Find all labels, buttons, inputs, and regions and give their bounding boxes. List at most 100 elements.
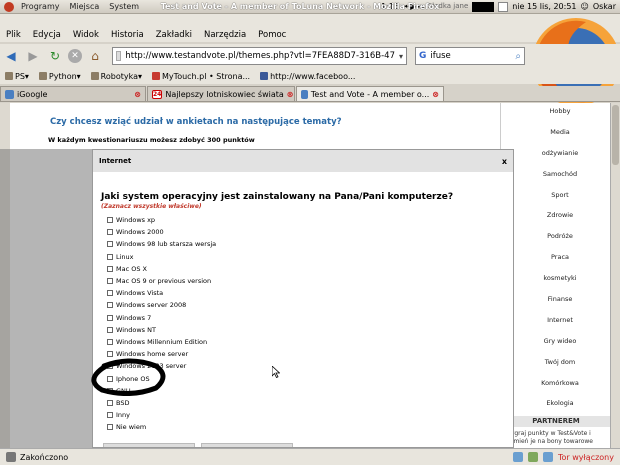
option-windows-98[interactable]: Windows 98 lub starsza wersja bbox=[107, 238, 216, 250]
category-komorkowa[interactable]: Komórkowa bbox=[501, 373, 611, 394]
bookmark-mytouch[interactable]: MyTouch.pl • Strona... bbox=[147, 72, 255, 81]
category-media[interactable]: Media bbox=[501, 122, 611, 143]
panel-clock[interactable]: nie 15 lis, 20:51 bbox=[512, 2, 576, 11]
tray-applet-icon[interactable] bbox=[472, 1, 495, 12]
scrollbar-thumb[interactable] bbox=[612, 105, 619, 165]
option-bsd[interactable]: BSD bbox=[107, 397, 216, 409]
search-input[interactable]: G ifuse ⌕ bbox=[415, 47, 525, 65]
search-icon[interactable]: ⌕ bbox=[515, 51, 521, 62]
modal-close-button[interactable]: x bbox=[502, 157, 507, 166]
stop-button[interactable]: ✕ bbox=[68, 49, 82, 63]
checkbox[interactable] bbox=[107, 326, 113, 333]
option-windows-xp[interactable]: Windows xp bbox=[107, 214, 216, 226]
menu-narzedzia[interactable]: Narzędzia bbox=[198, 30, 252, 40]
option-linux[interactable]: Linux bbox=[107, 251, 216, 263]
option-nie-wiem[interactable]: Nie wiem bbox=[107, 421, 216, 433]
menu-zakladki[interactable]: Zakładki bbox=[150, 30, 198, 40]
checkbox[interactable] bbox=[107, 253, 113, 260]
checkbox[interactable] bbox=[107, 399, 113, 406]
category-finanse[interactable]: Finanse bbox=[501, 289, 611, 310]
tray-applet-2-icon[interactable] bbox=[498, 1, 509, 12]
partner-title: PARTNEREM bbox=[501, 416, 611, 427]
modal-header: Internet x bbox=[93, 150, 513, 172]
category-zdrowie[interactable]: Zdrowie bbox=[501, 205, 611, 226]
search-engine-icon[interactable]: G bbox=[419, 51, 426, 61]
bookmark-folder-robotyka[interactable]: Robotyka▾ bbox=[86, 72, 147, 81]
folder-icon bbox=[38, 72, 47, 80]
menu-widok[interactable]: Widok bbox=[67, 30, 105, 40]
checkbox[interactable] bbox=[107, 265, 113, 272]
forward-button[interactable]: ▶ bbox=[24, 47, 42, 65]
tab-close-icon[interactable]: ⊗ bbox=[432, 90, 439, 99]
option-windows-home-server[interactable]: Windows home server bbox=[107, 348, 216, 360]
bookmark-folder-ps[interactable]: PS▾ bbox=[0, 72, 34, 81]
option-windows-server-2008[interactable]: Windows server 2008 bbox=[107, 299, 216, 311]
option-windows-2003-server[interactable]: Windows 2003 server bbox=[107, 360, 216, 372]
checkbox[interactable] bbox=[107, 241, 113, 248]
status-addon-3-icon[interactable] bbox=[542, 452, 553, 462]
checkbox[interactable] bbox=[107, 338, 113, 345]
url-dropdown-icon[interactable]: ▾ bbox=[395, 52, 403, 61]
panel-menu-programs[interactable]: Programy bbox=[16, 2, 65, 11]
option-iphone-os[interactable]: Iphone OS bbox=[107, 372, 216, 384]
panel-menu-system[interactable]: System bbox=[104, 2, 144, 11]
category-kosmetyki[interactable]: kosmetyki bbox=[501, 268, 611, 289]
checkbox[interactable] bbox=[107, 302, 113, 309]
status-addon-icon[interactable] bbox=[512, 452, 523, 462]
panel-user[interactable]: Oskar bbox=[593, 2, 616, 11]
url-input[interactable]: http://www.testandvote.pl/themes.php?vtl… bbox=[112, 47, 407, 65]
reload-button[interactable]: ↻ bbox=[46, 47, 64, 65]
category-samochod[interactable]: Samochód bbox=[501, 164, 611, 185]
category-ekologia[interactable]: Ekologia bbox=[501, 393, 611, 414]
option-inny[interactable]: Inny bbox=[107, 409, 216, 421]
bookmark-facebook[interactable]: http://www.faceboo... bbox=[255, 72, 360, 81]
checkbox[interactable] bbox=[107, 278, 113, 285]
category-gry-wideo[interactable]: Gry wideo bbox=[501, 331, 611, 352]
category-hobby[interactable]: Hobby bbox=[501, 103, 611, 122]
option-gnu[interactable]: GNU bbox=[107, 385, 216, 397]
menu-plik[interactable]: Plik bbox=[0, 30, 27, 40]
back-button[interactable]: ◀ bbox=[2, 47, 20, 65]
menu-edycja[interactable]: Edycja bbox=[27, 30, 67, 40]
menu-historia[interactable]: Historia bbox=[105, 30, 150, 40]
option-mac-os-x[interactable]: Mac OS X bbox=[107, 263, 216, 275]
option-windows-7[interactable]: Windows 7 bbox=[107, 312, 216, 324]
category-internet[interactable]: Internet bbox=[501, 310, 611, 331]
option-mac-os-9[interactable]: Mac OS 9 or previous version bbox=[107, 275, 216, 287]
checkbox[interactable] bbox=[107, 290, 113, 297]
tab-testandvote[interactable]: Test and Vote - A member o... ⊗ bbox=[296, 86, 444, 101]
page-scrollbar[interactable] bbox=[610, 103, 620, 448]
category-sport[interactable]: Sport bbox=[501, 185, 611, 206]
checkbox[interactable] bbox=[107, 229, 113, 236]
site-favicon-icon bbox=[116, 51, 122, 61]
checkbox[interactable] bbox=[107, 217, 113, 224]
bookmark-folder-python[interactable]: Python▾ bbox=[34, 72, 86, 81]
option-windows-vista[interactable]: Windows Vista bbox=[107, 287, 216, 299]
checkbox[interactable] bbox=[107, 363, 113, 370]
category-twoj-dom[interactable]: Twój dom bbox=[501, 352, 611, 373]
status-addon-2-icon[interactable] bbox=[527, 452, 538, 462]
checkbox[interactable] bbox=[107, 375, 113, 382]
checkbox[interactable] bbox=[107, 387, 113, 394]
option-windows-me[interactable]: Windows Millennium Edition bbox=[107, 336, 216, 348]
option-windows-nt[interactable]: Windows NT bbox=[107, 324, 216, 336]
category-odzywianie[interactable]: odżywianie bbox=[501, 143, 611, 164]
partner-text[interactable]: Wygraj punkty w Test&Vote i wymień je na… bbox=[505, 430, 611, 446]
option-windows-2000[interactable]: Windows 2000 bbox=[107, 226, 216, 238]
checkbox[interactable] bbox=[107, 424, 113, 431]
home-button[interactable]: ⌂ bbox=[86, 47, 104, 65]
category-praca[interactable]: Praca bbox=[501, 247, 611, 268]
checkbox[interactable] bbox=[107, 351, 113, 358]
panel-menu-places[interactable]: Miejsca bbox=[65, 2, 105, 11]
tab-lotniskowiec[interactable]: 24 Najlepszy lotniskowiec świata ⊗ bbox=[147, 86, 295, 101]
tab-badge: 24 bbox=[152, 89, 163, 99]
tab-close-icon[interactable]: ⊗ bbox=[134, 90, 141, 99]
category-podroze[interactable]: Podróże bbox=[501, 226, 611, 247]
tor-status-button[interactable]: Tor wyłączony bbox=[558, 453, 614, 462]
gnome-logo-icon[interactable] bbox=[4, 1, 14, 12]
tab-close-icon[interactable]: ⊗ bbox=[287, 90, 294, 99]
checkbox[interactable] bbox=[107, 412, 113, 419]
checkbox[interactable] bbox=[107, 314, 113, 321]
tab-igoogle[interactable]: iGoogle ⊗ bbox=[0, 86, 146, 101]
menu-pomoc[interactable]: Pomoc bbox=[252, 30, 292, 40]
